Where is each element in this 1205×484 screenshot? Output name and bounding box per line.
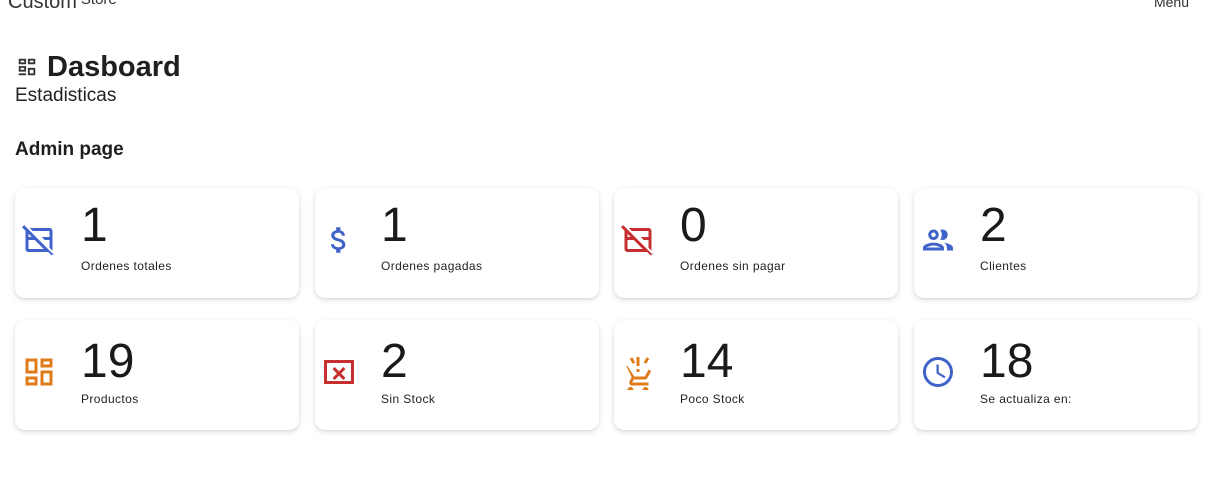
menu-button[interactable]: Menu: [1154, 0, 1189, 10]
section-label: Admin page: [15, 139, 124, 160]
clock-icon: [920, 354, 956, 390]
stat-label: Poco Stock: [680, 392, 745, 406]
stat-label: Se actualiza en:: [980, 392, 1072, 406]
stat-card-ordenes-pagadas: 1 Ordenes pagadas: [315, 188, 599, 298]
stat-label: Ordenes sin pagar: [680, 259, 786, 273]
dashboard-icon: [21, 354, 57, 390]
stat-value: 0: [680, 199, 707, 252]
stat-value: 19: [81, 335, 135, 388]
stat-label: Ordenes totales: [81, 259, 172, 273]
stat-card-ordenes-sin-pagar: 0 Ordenes sin pagar: [614, 188, 898, 298]
brand-name: Custom: [8, 0, 77, 13]
stat-value: 2: [381, 335, 408, 388]
stat-label: Clientes: [980, 259, 1027, 273]
stat-value: 14: [680, 335, 734, 388]
stat-label: Sin Stock: [381, 392, 436, 406]
brand-logo[interactable]: Custom Store: [8, 0, 117, 14]
stat-card-productos: 19 Productos: [15, 320, 299, 430]
stat-value: 1: [81, 199, 108, 252]
stat-value: 1: [381, 199, 408, 252]
stat-card-clientes: 2 Clientes: [914, 188, 1198, 298]
page-header: Dasboard Estadisticas: [15, 50, 181, 107]
credit-card-off-icon: [620, 222, 656, 258]
group-icon: [920, 222, 956, 258]
stat-card-poco-stock: 14 Poco Stock: [614, 320, 898, 430]
page-title: Dasboard: [47, 51, 181, 83]
top-navbar: Custom Store Menu: [0, 0, 1205, 14]
brand-sub: Store: [81, 0, 117, 8]
page-subtitle: Estadisticas: [15, 85, 117, 106]
dollar-icon: [321, 222, 357, 258]
stat-value: 2: [980, 199, 1007, 252]
stat-card-actualiza: 18 Se actualiza en:: [914, 320, 1198, 430]
stat-label: Ordenes pagadas: [381, 259, 483, 273]
stat-value: 18: [980, 335, 1034, 388]
stat-card-sin-stock: 2 Sin Stock: [315, 320, 599, 430]
stat-label: Productos: [81, 392, 139, 406]
dashboard-icon: [16, 56, 38, 78]
cancel-box-icon: [321, 354, 357, 390]
cart-alert-icon: [620, 354, 656, 390]
stat-card-ordenes-totales: 1 Ordenes totales: [15, 188, 299, 298]
credit-card-off-icon: [21, 222, 57, 258]
